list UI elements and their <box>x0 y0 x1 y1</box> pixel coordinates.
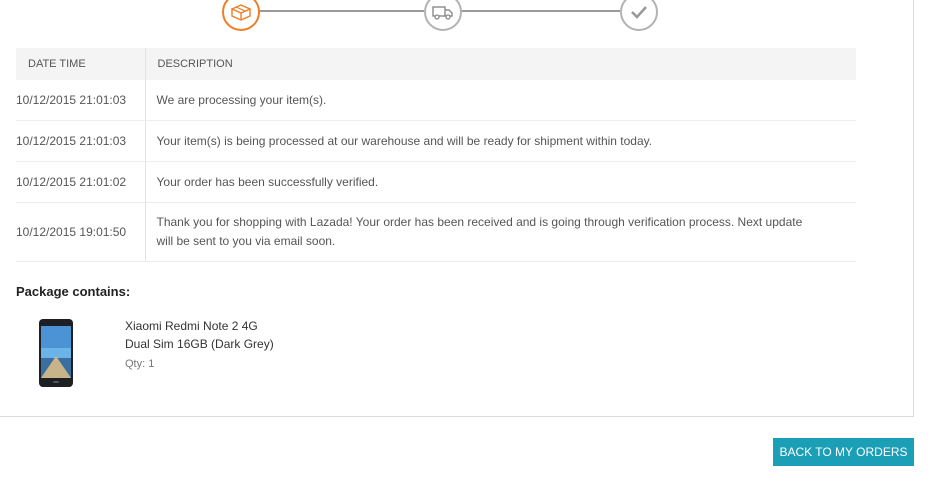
table-row: 10/12/2015 21:01:03 We are processing yo… <box>16 80 856 121</box>
open-box-icon <box>230 4 252 21</box>
product-name-line: Dual Sim 16GB (Dark Grey) <box>125 337 274 351</box>
column-header-datetime: DATE TIME <box>16 48 146 80</box>
progress-line <box>258 10 424 12</box>
table-row: 10/12/2015 21:01:03 Your item(s) is bein… <box>16 120 856 162</box>
row-datetime: 10/12/2015 19:01:50 <box>16 202 146 262</box>
checkmark-icon <box>631 6 647 19</box>
column-header-description: DESCRIPTION <box>145 48 856 80</box>
row-description: We are processing your item(s). <box>145 80 856 121</box>
order-history-table: DATE TIME DESCRIPTION 10/12/2015 21:01:0… <box>16 48 856 262</box>
row-datetime: 10/12/2015 21:01:02 <box>16 161 146 203</box>
step-shipping <box>424 0 462 31</box>
product-name[interactable]: Xiaomi Redmi Note 2 4G Dual Sim 16GB (Da… <box>125 317 325 353</box>
row-description: Your item(s) is being processed at our w… <box>145 120 856 162</box>
step-delivered <box>620 0 658 31</box>
product-quantity: Qty: 1 <box>125 358 155 370</box>
progress-line <box>460 10 620 12</box>
row-datetime: 10/12/2015 21:01:03 <box>16 120 146 162</box>
row-description: Thank you for shopping with Lazada! Your… <box>145 202 856 262</box>
table-row: 10/12/2015 21:01:02 Your order has been … <box>16 161 856 203</box>
table-row: 10/12/2015 19:01:50 Thank you for shoppi… <box>16 202 856 262</box>
back-to-my-orders-button[interactable]: BACK TO MY ORDERS <box>773 438 914 466</box>
product-thumbnail[interactable] <box>38 318 74 388</box>
order-tracking-panel: DATE TIME DESCRIPTION 10/12/2015 21:01:0… <box>0 0 914 417</box>
order-progress-tracker <box>0 0 913 32</box>
package-contains-heading: Package contains: <box>16 284 131 299</box>
step-processing <box>222 0 260 31</box>
product-name-line: Xiaomi Redmi Note 2 4G <box>125 319 258 333</box>
table-header-row: DATE TIME DESCRIPTION <box>16 48 856 80</box>
delivery-truck-icon <box>432 6 453 20</box>
row-datetime: 10/12/2015 21:01:03 <box>16 80 146 121</box>
row-description: Your order has been successfully verifie… <box>145 161 856 203</box>
